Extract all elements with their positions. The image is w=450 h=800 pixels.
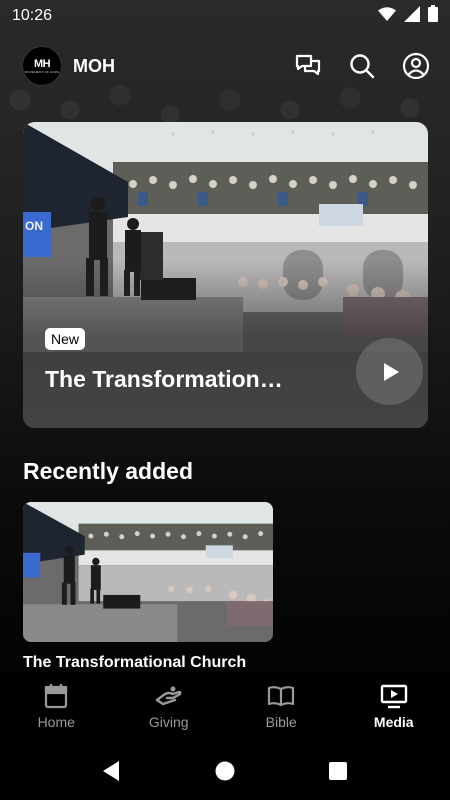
logo-mark: MH	[33, 57, 51, 70]
tv-play-icon	[380, 682, 408, 710]
bottom-navigation: Home Giving Bible Media	[0, 672, 450, 742]
status-time: 10:26	[12, 7, 53, 24]
nav-label-media: Media	[373, 714, 414, 730]
giving-hand-icon	[155, 682, 183, 710]
account-icon[interactable]	[402, 52, 430, 80]
new-badge: New	[45, 328, 86, 350]
featured-video-card[interactable]: ON New The Transformation…	[23, 122, 428, 428]
app-header: MH MOVEMENT OF HOPE MOH	[0, 44, 450, 88]
battery-icon	[428, 5, 438, 27]
recent-video-thumbnail[interactable]	[23, 502, 273, 642]
app-screen: 10:26 MH MOVEMENT OF HOPE MOH New The Tr…	[0, 0, 450, 800]
header-actions	[294, 52, 430, 80]
book-icon	[267, 682, 295, 710]
nav-item-home[interactable]: Home	[0, 672, 113, 742]
cellular-signal-icon	[404, 5, 420, 27]
app-title: MOH	[73, 55, 115, 76]
wifi-icon	[378, 6, 396, 26]
search-icon[interactable]	[348, 52, 376, 80]
play-button[interactable]	[356, 338, 423, 405]
nav-label-giving: Giving	[148, 714, 189, 730]
calendar-icon	[44, 682, 68, 710]
status-bar: 10:26	[0, 0, 450, 32]
nav-item-media[interactable]: Media	[338, 672, 450, 742]
logo-subtext: MOVEMENT OF HOPE	[24, 69, 60, 74]
system-navigation-bar	[0, 742, 450, 800]
recently-added-heading: Recently added	[23, 458, 193, 484]
nav-label-bible: Bible	[265, 714, 297, 730]
recent-video-title[interactable]: The Transformational Church	[23, 654, 246, 672]
nav-item-giving[interactable]: Giving	[113, 672, 226, 742]
nav-item-bible[interactable]: Bible	[225, 672, 338, 742]
featured-video-title[interactable]: The Transformation…	[45, 366, 345, 393]
back-icon[interactable]	[99, 759, 123, 783]
play-icon	[383, 362, 399, 381]
home-icon[interactable]	[213, 759, 237, 783]
recents-icon[interactable]	[326, 759, 350, 783]
chat-icon[interactable]	[294, 52, 322, 80]
recent-video-image	[23, 502, 273, 642]
church-logo[interactable]: MH MOVEMENT OF HOPE	[22, 46, 62, 86]
nav-label-home: Home	[37, 714, 75, 730]
status-icons	[378, 5, 438, 27]
